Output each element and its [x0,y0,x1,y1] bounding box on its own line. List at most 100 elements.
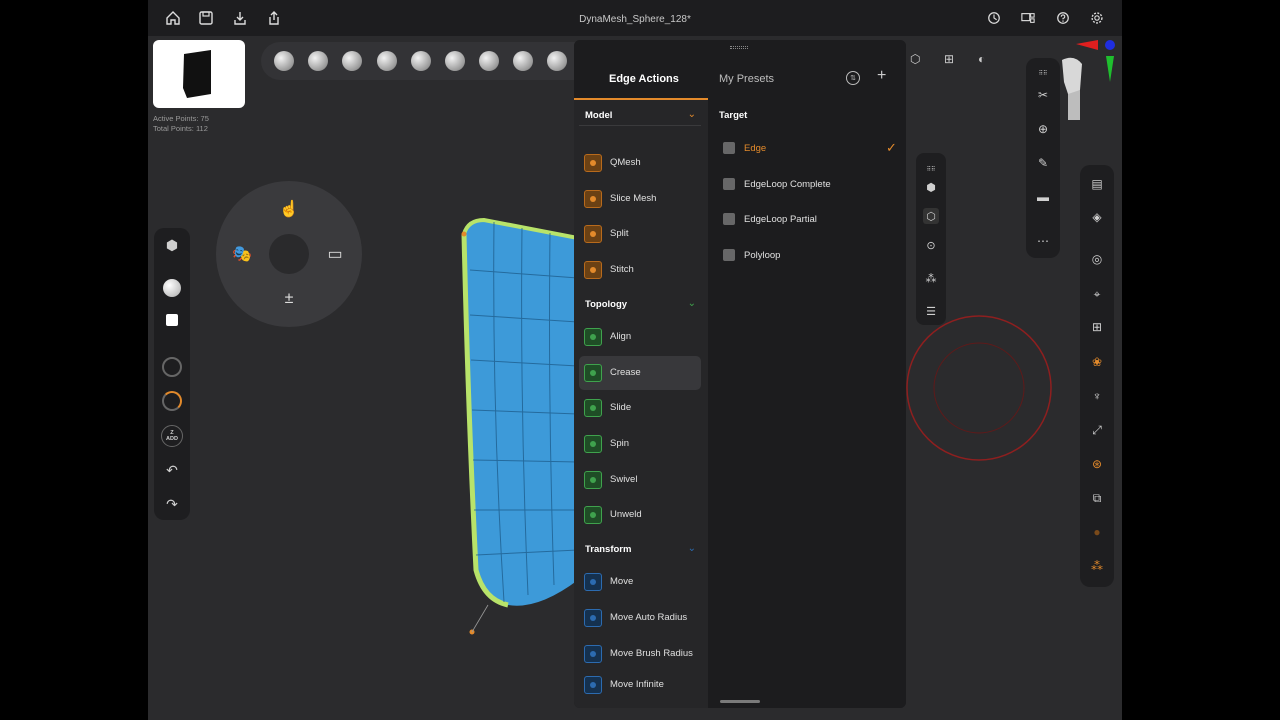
right-toolbar: ▤ ◈ ◎ ⌖ ⊞ ❀ ♆ ⤢ ⊛ ⧉ ● ⁂ [1080,165,1114,587]
list-item[interactable]: Move [579,565,701,599]
list-item[interactable]: Align [579,320,701,354]
brush-icon[interactable] [274,51,294,71]
list-item[interactable]: Unweld [579,498,701,532]
document-title: DynaMesh_Sphere_128* [579,14,691,25]
brush-icon[interactable]: ✎ [1034,154,1052,172]
drag-handle[interactable] [730,46,748,49]
list-item[interactable]: Move Auto Radius [579,601,701,635]
undo-icon[interactable]: ↶ [160,458,184,482]
target-option[interactable]: EdgeLoop Complete [720,170,900,200]
half-circle-icon[interactable]: ◐ [978,52,994,68]
fit-view-icon[interactable]: ⤢ [1088,421,1106,439]
3d-model[interactable] [458,210,578,650]
chevron-down-icon[interactable]: ⌄ [688,298,696,309]
target-option[interactable]: Polyloop [720,241,900,271]
app-screen: DynaMesh_Sphere_128* Active Points: 75 T… [148,0,1122,720]
drag-handle[interactable]: ⠿⠿ [923,161,939,177]
wireframe-icon[interactable]: ⧉ [1088,489,1106,507]
target-heading: Target [719,110,748,121]
gesture-icon[interactable]: ☝ [277,197,301,221]
brush-intensity-icon[interactable] [160,389,184,413]
settings-icon[interactable] [1086,7,1108,29]
brush-icon[interactable] [377,51,397,71]
symmetry-icon[interactable]: ❀ [1088,353,1106,371]
list-item[interactable]: Slice Mesh [579,182,701,216]
layers-panel-icon[interactable]: ▤ [1088,175,1106,193]
history-icon[interactable] [983,7,1005,29]
sync-icon[interactable]: ⇅ [846,71,860,85]
brush-icon[interactable] [513,51,533,71]
color-swatch-icon[interactable] [160,308,184,332]
group-icon[interactable]: ⁂ [923,270,939,286]
cube-icon[interactable]: ⬢ [160,233,184,257]
resize-handle[interactable] [720,700,760,703]
section-topology[interactable]: Topology [585,299,627,310]
radial-symmetry-icon[interactable]: ♆ [1088,387,1106,405]
mask-icon[interactable]: 🎭 [230,242,254,266]
polypaint-icon[interactable]: ⁂ [1088,557,1106,575]
slice-mesh-icon [584,190,602,208]
pie-center[interactable] [269,234,309,274]
chevron-down-icon[interactable]: ⌄ [688,543,696,554]
stitch-icon [584,261,602,279]
edgeloop-partial-icon [723,213,735,225]
list-item[interactable]: Move Brush Radius [579,637,701,671]
tab-my-presets[interactable]: My Presets [719,73,774,85]
face-mode-icon[interactable]: ⊙ [923,237,939,253]
edge-mode-icon[interactable]: ⬡ [923,208,939,224]
gizmo-icon[interactable]: ⊕ [1034,120,1052,138]
chevron-down-icon[interactable]: ⌄ [688,109,696,120]
xyz-grid-icon[interactable]: ⊞ [1088,318,1106,336]
brush-icon[interactable] [445,51,465,71]
model-thumbnail[interactable] [153,40,245,108]
list-item[interactable]: QMesh [579,146,701,180]
target-option-selected[interactable]: Edge ✓ [720,134,900,164]
material-icon[interactable]: ● [1088,523,1106,541]
axis-gizmo-icon[interactable] [1076,36,1116,82]
brush-icon[interactable] [479,51,499,71]
brush-icon[interactable] [308,51,328,71]
left-toolbar: ⬢ Z ADD ↶ ↷ [154,228,190,520]
list-item[interactable]: Stitch [579,253,701,287]
drag-handle[interactable]: ⠿⠿ [1034,64,1052,82]
cube-outline-icon[interactable]: ⬡ [910,52,926,68]
redo-icon[interactable]: ↷ [160,492,184,516]
brush-icon[interactable] [342,51,362,71]
brush-icon[interactable] [547,51,567,71]
material-sphere-icon[interactable] [160,276,184,300]
section-model[interactable]: Model [585,110,612,121]
edge-actions-panel: Edge Actions My Presets ⇅ + Model ⌄ QMes… [574,40,906,708]
polyloop-icon [723,249,735,261]
stroke-icon[interactable]: ▬ [1034,188,1052,206]
tab-edge-actions[interactable]: Edge Actions [609,73,679,85]
vertex-mode-icon[interactable]: ⬢ [923,179,939,195]
more-icon[interactable]: ⋯ [1034,232,1052,250]
split-icon [584,225,602,243]
edge-icon [723,142,735,154]
dpi-icon[interactable]: ◎ [1088,250,1106,268]
help-icon[interactable] [1052,7,1074,29]
layout-icon[interactable] [1017,7,1039,29]
perspective-icon[interactable]: ⊛ [1088,455,1106,473]
brush-icon[interactable] [411,51,431,71]
list-item[interactable]: Spin [579,427,701,461]
align-icon [584,328,602,346]
plus-minus-icon[interactable]: ± [277,287,301,311]
card-icon[interactable]: ▭ [323,242,347,266]
frame-icon[interactable]: ⌖ [1088,285,1106,303]
section-transform[interactable]: Transform [585,544,631,555]
brush-size-icon[interactable] [160,355,184,379]
list-item[interactable]: Split [579,217,701,251]
add-preset-icon[interactable]: + [877,67,886,85]
sliders-icon[interactable]: ☰ [923,303,939,319]
list-item[interactable]: Swivel [579,463,701,497]
tools-icon[interactable]: ✂ [1034,86,1052,104]
z-add-toggle[interactable]: Z ADD [160,424,184,448]
list-item[interactable]: Move Infinite [579,668,701,702]
add-box-icon[interactable]: ⊞ [944,52,960,68]
stack-icon[interactable]: ◈ [1088,208,1106,226]
active-points-label: Active Points: 75 [153,114,209,123]
target-option[interactable]: EdgeLoop Partial [720,205,900,235]
list-item[interactable]: Slide [579,391,701,425]
list-item-selected[interactable]: Crease [579,356,701,390]
